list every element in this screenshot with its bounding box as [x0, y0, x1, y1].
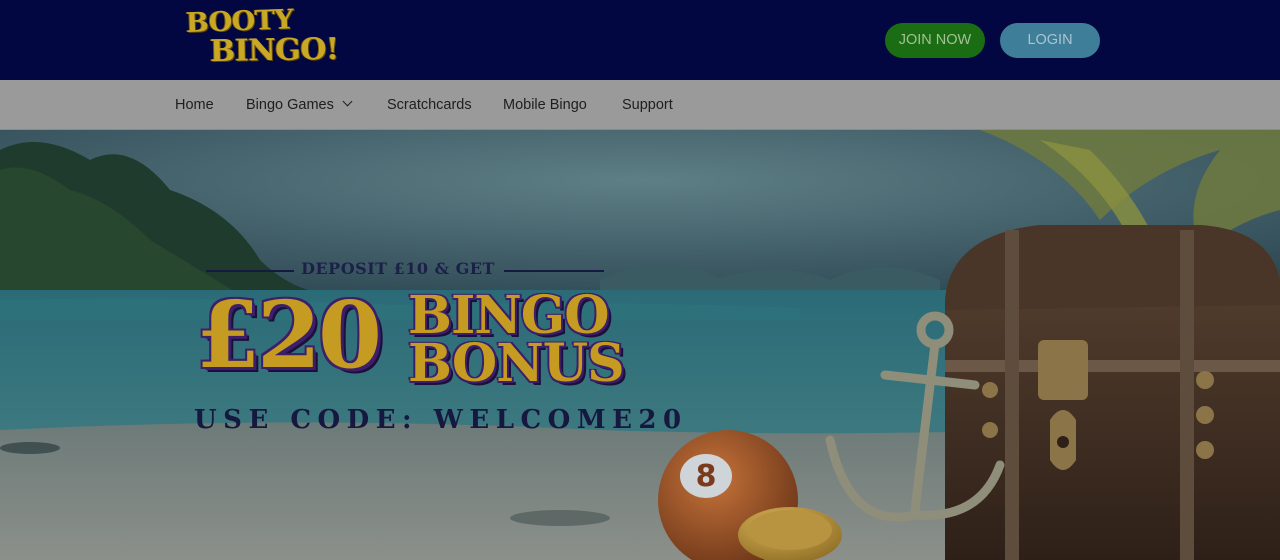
login-button[interactable]: LOGIN: [1000, 23, 1100, 58]
nav-item-scratchcards[interactable]: Scratchcards: [387, 80, 472, 130]
nav-item-label: Bingo Games: [246, 97, 334, 113]
promo-code-text: USE CODE: WELCOME20: [194, 405, 688, 435]
treasure-chest-image: [945, 225, 1280, 560]
hero-banner[interactable]: 8 DEPOSIT £10 & GET £20 BINGO BONUS USE …: [0, 130, 1280, 560]
nav-item-bingo-games[interactable]: Bingo Games: [246, 80, 353, 130]
bonus-amount: £20: [196, 281, 382, 389]
deposit-text: DEPOSIT £10 & GET: [301, 259, 495, 278]
logo-line-2: BINGO!: [209, 31, 340, 70]
promo-divider-right: [504, 270, 604, 272]
nav-item-label: Mobile Bingo: [503, 97, 587, 113]
join-now-button[interactable]: JOIN NOW: [885, 23, 985, 58]
nav-item-home[interactable]: Home: [175, 80, 214, 130]
main-nav: Home Bingo Games Scratchcards Mobile Bin…: [0, 80, 1280, 130]
nav-item-label: Scratchcards: [387, 97, 472, 113]
promo-divider-left: [206, 270, 294, 272]
booty-bingo-logo[interactable]: BOOTY BINGO!: [185, 4, 340, 70]
chevron-down-icon: [342, 96, 353, 107]
nav-item-label: Home: [175, 97, 214, 113]
site-header: BOOTY BINGO! JOIN NOW LOGIN: [0, 0, 1280, 80]
nav-item-label: Support: [622, 97, 673, 113]
bonus-word-bonus: BONUS: [408, 333, 625, 394]
bingo-ball-number: 8: [696, 459, 717, 494]
nav-item-mobile-bingo[interactable]: Mobile Bingo: [503, 80, 587, 130]
nav-item-support[interactable]: Support: [622, 80, 673, 130]
hero-background-illustration: 8: [0, 130, 1280, 560]
